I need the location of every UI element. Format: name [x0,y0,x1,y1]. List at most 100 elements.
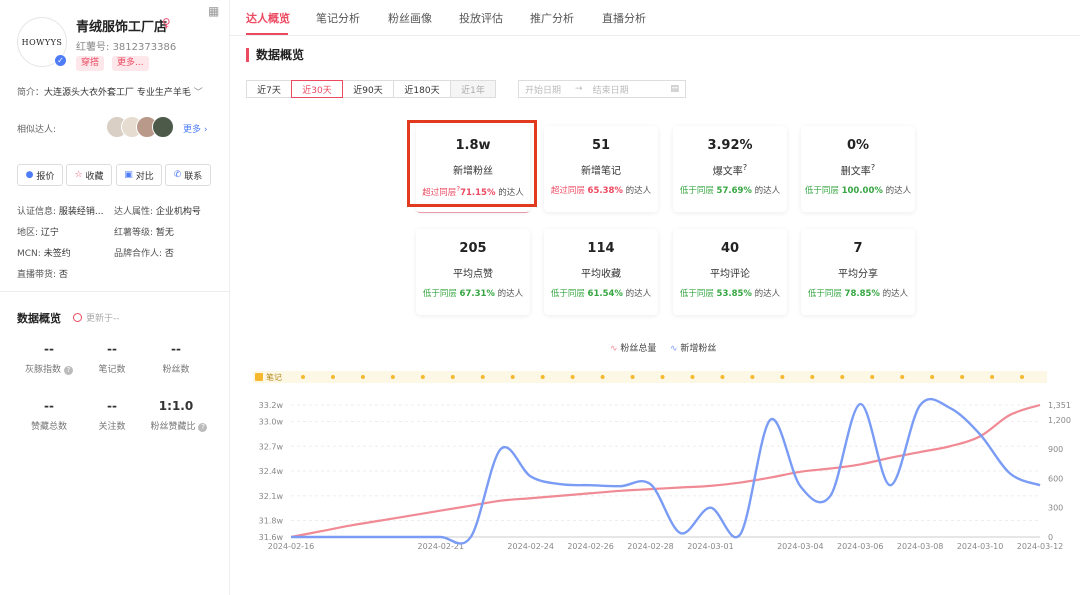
note-marker [630,375,635,379]
quote-button[interactable]: ● 报价 [17,164,63,186]
note-marker [1020,375,1025,379]
range-90d[interactable]: 近90天 [342,80,394,98]
note-marker [930,375,935,379]
help-icon: ? [198,423,208,432]
profile-intro[interactable]: 简介：大连源头大衣外套工厂 专业生产羊毛 ﹀ [17,85,203,98]
chevron-down-icon: ﹀ [193,88,203,98]
range-1y[interactable]: 近1年 [450,80,496,98]
tab-live[interactable]: 直播分析 [602,10,646,26]
x-tick-label: 2024-02-28 [627,542,674,551]
stat-value: -- [107,342,117,356]
stat-card[interactable]: 3.92% 爆文率? 低于同层 57.69% 的达人 [673,126,787,212]
note-marker [810,375,815,379]
stat-label: 灰豚指数 ? [14,362,84,375]
compare-icon: ▣ [124,170,133,180]
range-30d[interactable]: 近30天 [291,80,343,98]
category-tag[interactable]: 穿搭 [76,56,105,71]
x-tick-label: 2024-02-26 [567,542,614,551]
update-status: 更新于-- [73,311,120,324]
wave-icon: ∿ [670,344,678,354]
female-icon: ♀ [162,16,171,30]
x-tick-label: 2024-03-06 [837,542,884,551]
x-tick-label: 2024-03-04 [777,542,824,551]
tab-promotion[interactable]: 推广分析 [530,10,574,26]
tab-notes[interactable]: 笔记分析 [316,10,360,26]
y-left-tick-label: 31.6w [259,533,284,542]
start-date-input[interactable]: 开始日期 [525,83,561,96]
stat-card[interactable]: 0% 删文率? 低于同层 100.00% 的达人 [801,126,915,212]
calendar-icon: ▤ [670,84,679,94]
notes-icon [255,373,263,381]
x-tick-label: 2024-03-01 [687,542,734,551]
more-tags-button[interactable]: 更多... [112,56,149,71]
note-marker [570,375,575,379]
stat-card[interactable]: 205 平均点赞 低于同层 67.31% 的达人 [416,229,530,315]
note-marker [870,375,875,379]
stat-card[interactable]: 114 平均收藏 低于同层 61.54% 的达人 [544,229,658,315]
end-date-input[interactable]: 结束日期 [593,83,629,96]
x-tick-label: 2024-02-24 [507,542,554,551]
star-icon: ☆ [74,170,83,180]
quote-icon: ● [25,170,34,180]
tab-delivery[interactable]: 投放评估 [459,10,503,26]
help-icon: ? [742,162,748,172]
legend-new[interactable]: ∿ 新增粉丝 [670,341,716,354]
stat-label: 粉丝赞藏比 ? [141,419,217,432]
legend-total[interactable]: ∿ 粉丝总量 [610,341,656,354]
similar-label: 相似达人: [17,125,57,135]
left-stats-title: 数据概览 [17,312,61,325]
highlight-box [407,120,537,207]
tab-bar: 达人概览 笔记分析 粉丝画像 投放评估 推广分析 直播分析 [230,0,1080,36]
note-marker [301,375,305,379]
cert-info: 认证信息: 服装经销... [17,207,104,217]
stat-card[interactable]: 51 新增笔记 超过同层 65.38% 的达人 [544,126,658,212]
x-tick-label: 2024-03-08 [897,542,944,551]
stat-card[interactable]: 40 平均评论 低于同层 53.85% 的达人 [673,229,787,315]
compare-button[interactable]: ▣ 对比 [116,164,162,186]
y-left-tick-label: 31.8w [259,517,284,526]
status-circle-icon [73,313,82,322]
red-id: 红薯号: 3812373386 [76,42,177,53]
profile-name: 青绒服饰工厂店 [76,20,168,35]
main-panel: 达人概览 笔记分析 粉丝画像 投放评估 推广分析 直播分析 数据概览 近7天 近… [230,0,1080,595]
brand-partner: 品牌合作人: 否 [114,249,174,259]
stat-value: -- [107,399,117,413]
tab-fans[interactable]: 粉丝画像 [388,10,432,26]
x-tick-label: 2024-03-10 [957,542,1004,551]
stat-value: 1:1.0 [158,399,194,413]
note-marker [330,375,335,379]
note-marker [900,375,905,379]
favorite-button[interactable]: ☆ 收藏 [66,164,112,186]
contact-button[interactable]: ✆ 联系 [165,164,211,186]
note-marker [450,375,455,379]
section-title: 数据概览 [246,48,304,62]
note-marker [420,375,425,379]
similar-more-link[interactable]: 更多 › [183,122,208,135]
note-marker [990,375,995,379]
note-marker [360,375,365,379]
note-marker [750,375,755,379]
range-180d[interactable]: 近180天 [393,80,451,98]
note-marker [390,375,395,379]
live-selling: 直播带货: 否 [17,270,68,280]
similar-avatar[interactable] [152,116,174,138]
y-right-tick-label: 300 [1048,504,1063,513]
arrow-right-icon: → [575,84,583,94]
stat-value: -- [44,342,54,356]
stat-value: -- [44,399,54,413]
note-marker [540,375,545,379]
note-marker [960,375,965,379]
stat-card[interactable]: 7 平均分享 低于同层 78.85% 的达人 [801,229,915,315]
y-left-tick-label: 32.1w [259,492,284,501]
profile-sidebar: HOWYYS ✓ 青绒服饰工厂店 ♀ ▦ 红薯号: 3812373386 穿搭 … [0,0,230,595]
tab-active-indicator [246,33,288,35]
phone-icon: ✆ [173,170,182,180]
range-7d[interactable]: 近7天 [246,80,292,98]
qrcode-icon[interactable]: ▦ [208,4,219,18]
y-right-tick-label: 0 [1048,533,1053,542]
notes-strip [253,371,1047,383]
stat-value: -- [171,342,181,356]
date-range-picker[interactable]: 开始日期 → 结束日期 ▤ [518,80,686,98]
stat-label: 笔记数 [98,365,126,375]
tab-overview[interactable]: 达人概览 [246,10,290,26]
